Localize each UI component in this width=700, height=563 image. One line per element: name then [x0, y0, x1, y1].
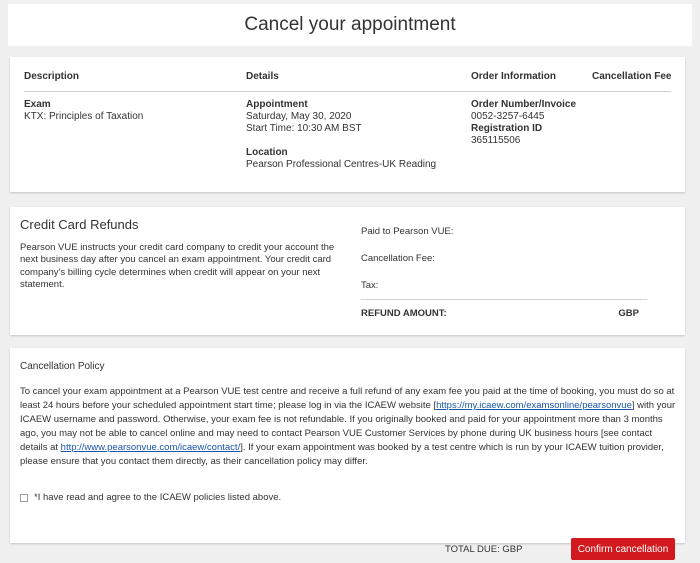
tax-label: Tax: — [361, 280, 379, 291]
appointment-card: Description Details Order Information Ca… — [10, 57, 685, 192]
refunds-title: Credit Card Refunds — [20, 217, 139, 232]
page-title: Cancel your appointment — [244, 14, 456, 35]
total-due: TOTAL DUE: GBP — [445, 544, 523, 555]
table-divider — [24, 91, 671, 92]
icaew-exams-online-link[interactable]: https://my.icaew.com/examsonline/pearson… — [436, 400, 632, 411]
exam-label: Exam — [24, 99, 51, 110]
exam-name: KTX: Principles of Taxation — [24, 111, 144, 122]
agree-label: *I have read and agree to the ICAEW poli… — [34, 492, 282, 503]
details-cell: Appointment Saturday, May 30, 2020 Start… — [246, 99, 461, 171]
cancellation-policy-card: Cancellation Policy To cancel your exam … — [10, 348, 685, 543]
description-cell: Exam KTX: Principles of Taxation — [24, 99, 234, 123]
header-description: Description — [24, 71, 80, 82]
order-number-label: Order Number/Invoice — [471, 99, 577, 110]
refunds-description: Pearson VUE instructs your credit card c… — [20, 242, 335, 291]
pearsonvue-contact-link[interactable]: http://www.pearsonvue.com/icaew/contact/ — [61, 442, 241, 453]
page-header: Cancel your appointment — [8, 4, 692, 46]
agree-checkbox[interactable] — [20, 493, 28, 502]
registration-id-label: Registration ID — [471, 123, 543, 134]
policy-title: Cancellation Policy — [20, 361, 105, 372]
appointment-date: Saturday, May 30, 2020 — [246, 111, 352, 122]
location-value: Pearson Professional Centres-UK Reading — [246, 159, 437, 170]
header-order-information: Order Information — [471, 71, 557, 82]
appointment-start-time: Start Time: 10:30 AM BST — [246, 123, 362, 134]
location-label: Location — [246, 147, 288, 158]
cancellation-fee-label: Cancellation Fee: — [361, 253, 435, 264]
refund-amount-currency: GBP — [618, 308, 639, 319]
paid-to-pearson-label: Paid to Pearson VUE: — [361, 226, 454, 237]
confirm-cancellation-button[interactable]: Confirm cancellation — [571, 538, 675, 560]
summary-divider — [361, 299, 647, 300]
appointment-label: Appointment — [246, 99, 308, 110]
order-information-cell: Order Number/Invoice 0052-3257-6445 Regi… — [471, 99, 586, 147]
credit-card-refunds-card: Credit Card Refunds Pearson VUE instruct… — [10, 207, 685, 335]
header-cancellation-fee: Cancellation Fee — [592, 71, 672, 82]
header-details: Details — [246, 71, 279, 82]
policy-text: To cancel your exam appointment at a Pea… — [20, 385, 682, 469]
agree-policies-row[interactable]: *I have read and agree to the ICAEW poli… — [20, 492, 281, 503]
refund-amount-label: REFUND AMOUNT: — [361, 308, 447, 319]
registration-id: 365115506 — [471, 135, 521, 146]
order-number: 0052-3257-6445 — [471, 111, 545, 122]
